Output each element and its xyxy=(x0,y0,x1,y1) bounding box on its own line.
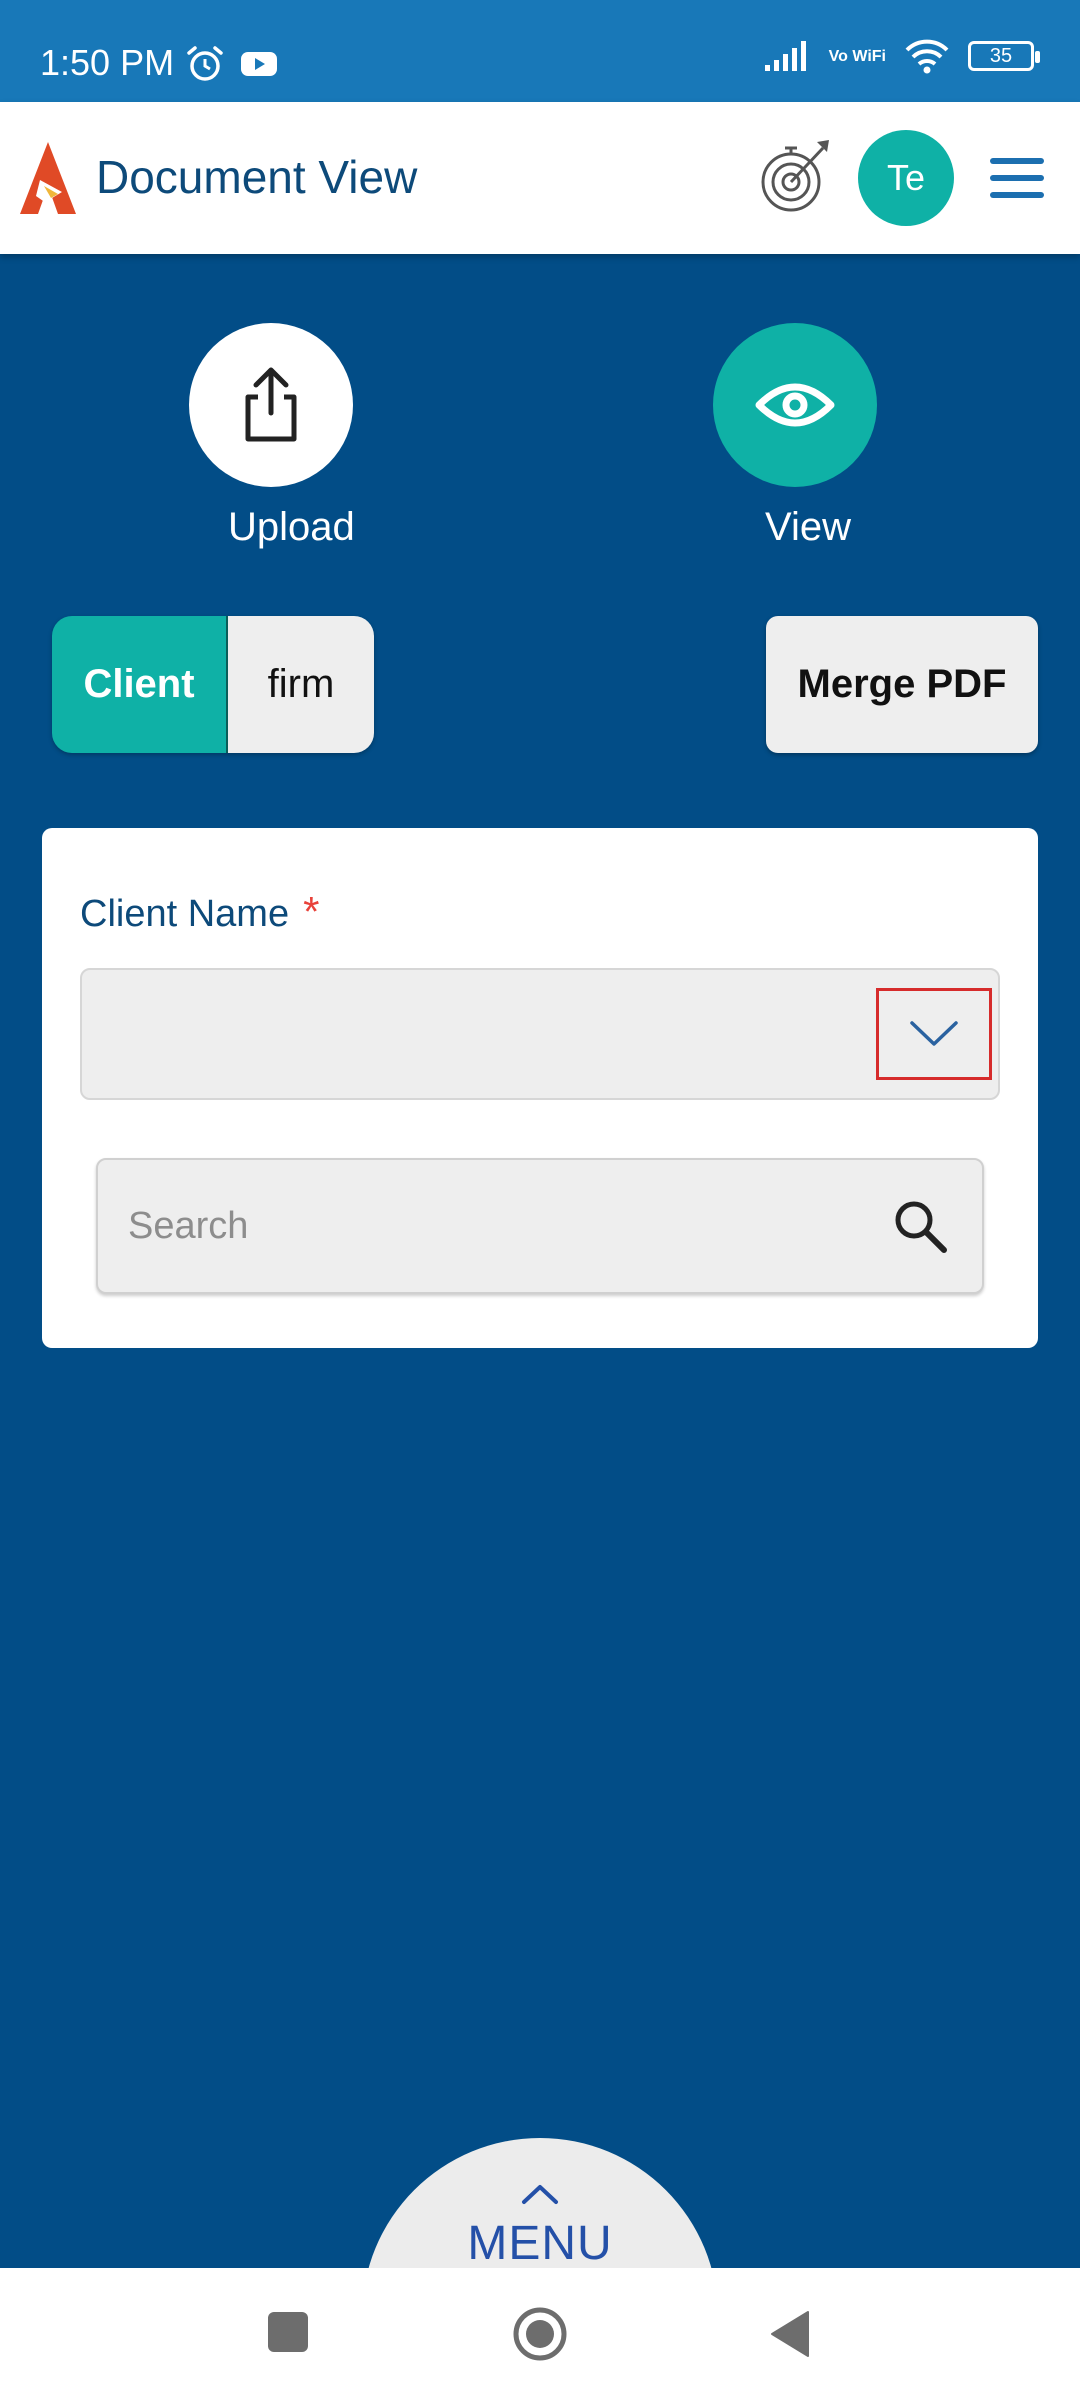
app-logo[interactable] xyxy=(18,140,78,216)
goal-target-icon[interactable] xyxy=(755,136,835,216)
signal-icon xyxy=(764,41,806,71)
client-name-select[interactable] xyxy=(80,968,1000,1100)
app-header: Document View Te xyxy=(0,102,1080,254)
chevron-up-icon xyxy=(522,2185,558,2204)
dropdown-toggle[interactable] xyxy=(876,988,992,1080)
client-name-label: Client Name * xyxy=(80,888,319,936)
back-button[interactable] xyxy=(770,2310,810,2358)
client-firm-toggle: Client firm xyxy=(52,616,374,753)
status-left-icons xyxy=(185,44,279,84)
search-box xyxy=(96,1158,984,1294)
view-button[interactable] xyxy=(713,323,877,487)
youtube-icon xyxy=(241,52,277,76)
wifi-icon xyxy=(905,39,949,74)
toggle-firm[interactable]: firm xyxy=(228,616,374,753)
status-time: 1:50 PM xyxy=(40,42,175,83)
alarm-icon xyxy=(187,46,223,81)
search-icon[interactable] xyxy=(892,1198,948,1254)
page-title: Document View xyxy=(96,151,418,203)
upload-label: Upload xyxy=(228,505,355,549)
eye-icon xyxy=(755,383,835,427)
hamburger-menu-icon[interactable] xyxy=(990,158,1044,198)
required-mark: * xyxy=(303,888,320,935)
chevron-down-icon xyxy=(910,1021,958,1046)
upload-button[interactable] xyxy=(189,323,353,487)
recents-button[interactable] xyxy=(268,2312,308,2352)
status-bar: 1:50 PM Vo WiFi 35 xyxy=(0,0,1080,102)
status-right-icons: Vo WiFi 35 xyxy=(763,38,1040,74)
vowifi-label: Vo WiFi xyxy=(828,47,886,65)
home-button[interactable] xyxy=(512,2306,568,2362)
search-input[interactable] xyxy=(128,1160,868,1292)
view-label: View xyxy=(765,505,851,549)
avatar[interactable]: Te xyxy=(858,130,954,226)
system-nav-bar xyxy=(0,2268,1080,2400)
battery-icon: 35 xyxy=(968,41,1040,71)
menu-label: MENU xyxy=(467,2217,613,2270)
client-form-card: Client Name * xyxy=(42,828,1038,1348)
merge-pdf-button[interactable]: Merge PDF xyxy=(766,616,1038,753)
client-name-label-text: Client Name xyxy=(80,893,290,935)
toggle-client[interactable]: Client xyxy=(52,616,228,753)
share-upload-icon xyxy=(245,367,297,442)
